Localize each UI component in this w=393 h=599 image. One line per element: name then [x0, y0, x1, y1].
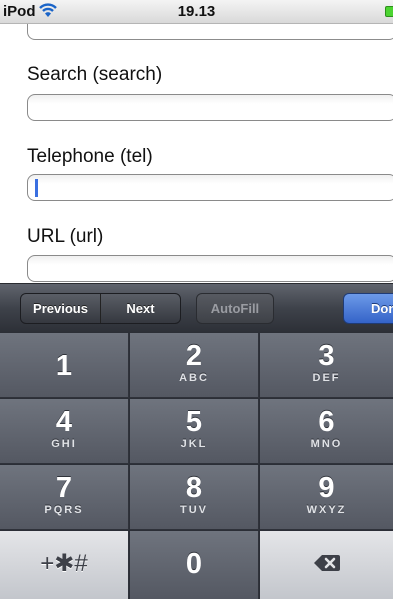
url-field-label: URL (url)	[27, 226, 104, 247]
search-input[interactable]	[27, 94, 393, 121]
key-letters: JKL	[180, 438, 208, 450]
key-letters: WXYZ	[306, 504, 347, 516]
key-digit: 6	[318, 406, 335, 438]
telephone-field-label: Telephone (tel)	[27, 146, 153, 167]
top-field-fragment[interactable]	[27, 24, 393, 40]
key-letters: DEF	[312, 372, 341, 384]
numeric-keypad: 1 2 ABC 3 DEF 4 GHI 5 JKL 6 MNO 7 PQRS 8…	[0, 333, 393, 599]
key-digit: 9	[318, 472, 335, 504]
key-7[interactable]: 7 PQRS	[0, 465, 129, 530]
key-digit: 2	[185, 340, 203, 372]
telephone-input[interactable]	[27, 174, 393, 201]
backspace-key[interactable]	[260, 531, 393, 599]
key-5[interactable]: 5 JKL	[130, 399, 259, 464]
key-digit: 0	[185, 548, 203, 580]
key-4[interactable]: 4 GHI	[0, 399, 129, 464]
key-3[interactable]: 3 DEF	[260, 333, 393, 398]
key-digit: 7	[55, 472, 73, 504]
symbols-key[interactable]: +✱#	[0, 531, 129, 599]
key-digit: 5	[185, 406, 203, 438]
key-digit: 8	[185, 472, 203, 504]
status-bar: iPod 19.13	[0, 0, 393, 24]
key-0[interactable]: 0	[130, 531, 259, 599]
key-letters: GHI	[51, 438, 77, 450]
done-button[interactable]: Done	[343, 293, 393, 324]
key-digit: 4	[55, 406, 73, 438]
key-8[interactable]: 8 TUV	[130, 465, 259, 530]
key-2[interactable]: 2 ABC	[130, 333, 259, 398]
key-digit: 1	[55, 350, 73, 382]
previous-button[interactable]: Previous	[21, 294, 100, 323]
search-field-label: Search (search)	[27, 64, 163, 85]
key-1[interactable]: 1	[0, 333, 129, 398]
backspace-icon	[313, 555, 340, 571]
battery-icon	[385, 6, 393, 17]
keyboard-accessory-bar: Previous Next AutoFill Done	[0, 283, 393, 333]
key-digit: 3	[318, 340, 335, 372]
url-input[interactable]	[27, 255, 393, 282]
autofill-button[interactable]: AutoFill	[196, 293, 274, 324]
key-6[interactable]: 6 MNO	[260, 399, 393, 464]
text-cursor	[35, 179, 38, 197]
key-letters: MNO	[310, 438, 343, 450]
symbols-label: +✱#	[40, 550, 88, 577]
key-9[interactable]: 9 WXYZ	[260, 465, 393, 530]
key-letters: ABC	[179, 372, 209, 384]
status-time: 19.13	[177, 3, 216, 20]
key-letters: TUV	[180, 504, 208, 516]
next-button[interactable]: Next	[100, 294, 180, 323]
prev-next-control: Previous Next	[20, 293, 181, 324]
key-letters: PQRS	[44, 504, 84, 516]
